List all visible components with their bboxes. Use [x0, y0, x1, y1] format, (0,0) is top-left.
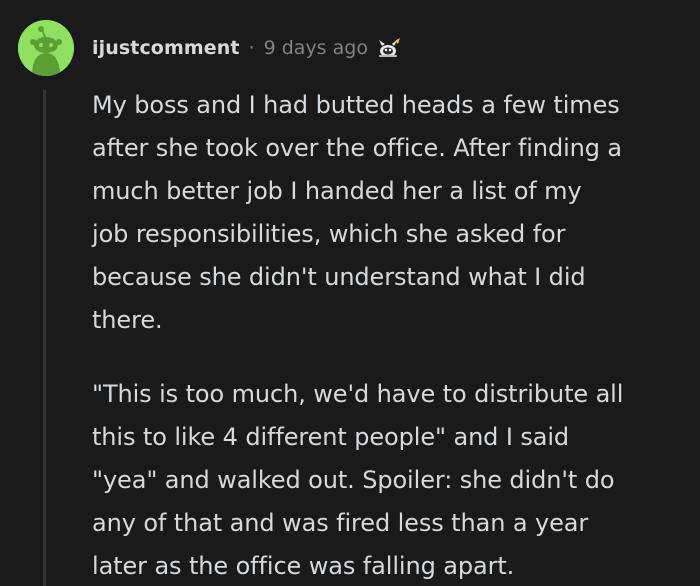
timestamp-link[interactable]: 9 days ago: [264, 37, 368, 59]
comment-meta: ijustcomment · 9 days ago: [92, 34, 402, 62]
comment: ijustcomment · 9 days ago My boss and I …: [0, 0, 700, 586]
user-avatar[interactable]: [18, 20, 74, 76]
comment-paragraph-1: My boss and I had butted heads a few tim…: [92, 91, 623, 334]
comment-paragraph-2: "This is too much, we'd have to distribu…: [92, 380, 624, 580]
username-link[interactable]: ijustcomment: [92, 37, 240, 59]
comment-body: My boss and I had butted heads a few tim…: [92, 84, 684, 586]
thread-collapse-line[interactable]: [43, 90, 46, 586]
award-icon[interactable]: [376, 36, 402, 60]
reddit-snoo-avatar-icon: [18, 20, 74, 76]
meta-separator: ·: [248, 37, 255, 59]
